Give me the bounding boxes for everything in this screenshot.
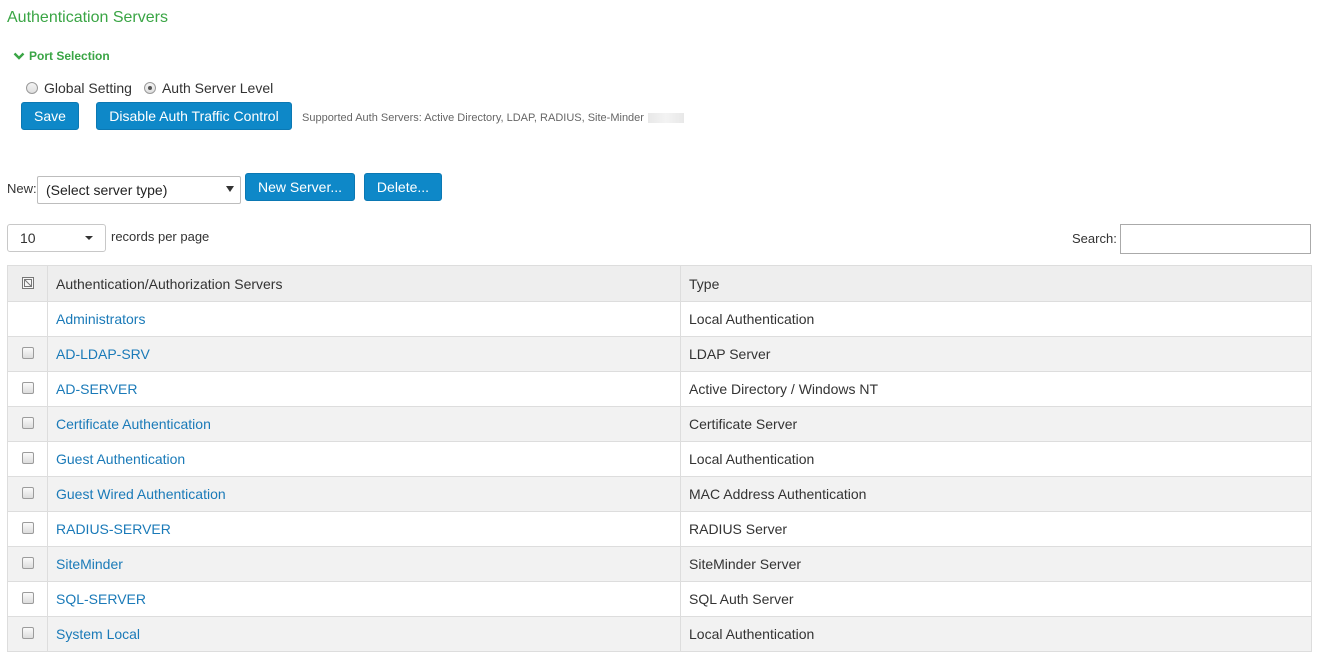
row-checkbox-cell [7,301,48,337]
server-name-cell: RADIUS-SERVER [47,511,681,547]
new-label: New: [7,181,37,196]
server-name-link[interactable]: Guest Wired Authentication [56,486,226,502]
row-checkbox[interactable] [21,592,34,604]
table-row[interactable]: Certificate Authentication Certificate Se… [7,406,1312,442]
page-title: Authentication Servers [7,9,168,26]
table-row[interactable]: SiteMinder SiteMinder Server [7,546,1312,582]
radio-auth-server-level-circle[interactable] [143,82,156,94]
radio-auth-server-level[interactable]: Auth Server Level [143,80,274,96]
table-row[interactable]: Guest Authentication Local Authentication [7,441,1312,477]
server-name-link[interactable]: AD-SERVER [56,381,137,397]
row-checkbox[interactable] [21,382,34,394]
server-name-cell: System Local [47,616,681,652]
row-checkbox-cell [7,511,48,547]
server-type-cell: Active Directory / Windows NT [680,371,1312,407]
chevron-down-icon [13,52,25,60]
row-checkbox-cell [7,336,48,372]
caret-down-icon [85,236,93,240]
row-checkbox-cell [7,581,48,617]
server-name-link[interactable]: Administrators [56,311,145,327]
server-name-link[interactable]: Guest Authentication [56,451,185,467]
server-name-cell: SiteMinder [47,546,681,582]
table-body: Administrators Local Authentication AD-LDA… [7,301,1312,652]
row-checkbox[interactable] [21,347,34,359]
row-checkbox-cell [7,476,48,512]
server-type-cell: RADIUS Server [680,511,1312,547]
server-type-cell: Local Authentication [680,441,1312,477]
new-server-button[interactable]: New Server... [245,173,355,201]
row-checkbox-cell [7,616,48,652]
select-all-checkbox-icon[interactable] [21,276,34,289]
row-checkbox[interactable] [21,452,34,464]
port-selection-label: Port Selection [29,49,110,63]
redacted-block [647,113,684,124]
server-name-link[interactable]: System Local [56,626,140,642]
server-name-cell: SQL-SERVER [47,581,681,617]
server-name-link[interactable]: AD-LDAP-SRV [56,346,150,362]
server-name-cell: AD-LDAP-SRV [47,336,681,372]
radio-global-setting-circle[interactable] [26,82,38,94]
row-checkbox[interactable] [21,417,34,429]
dropdown-arrow-icon [226,186,234,192]
table-row[interactable]: RADIUS-SERVER RADIUS Server [7,511,1312,547]
table-row[interactable]: Administrators Local Authentication [7,301,1312,337]
server-type-select[interactable]: (Select server type) [37,176,241,204]
server-type-cell: LDAP Server [680,336,1312,372]
column-header-type[interactable]: Type [680,265,1312,302]
port-selection-toggle[interactable]: Port Selection [13,49,110,63]
records-per-page-value: 10 [20,230,36,246]
port-selection-radio-group: Global Setting Auth Server Level [26,80,285,96]
table-row[interactable]: AD-LDAP-SRV LDAP Server [7,336,1312,372]
server-type-cell: Local Authentication [680,301,1312,337]
search-label: Search: [1072,231,1117,246]
server-type-cell: Local Authentication [680,616,1312,652]
save-button[interactable]: Save [21,102,79,130]
server-name-cell: Guest Authentication [47,441,681,477]
server-type-cell: SiteMinder Server [680,546,1312,582]
disable-auth-traffic-control-button[interactable]: Disable Auth Traffic Control [96,102,292,130]
table-row[interactable]: Guest Wired Authentication MAC Address Au… [7,476,1312,512]
server-name-cell: Guest Wired Authentication [47,476,681,512]
row-checkbox-cell [7,441,48,477]
server-name-cell: Administrators [47,301,681,337]
radio-global-setting[interactable]: Global Setting [26,80,132,96]
supported-servers-note: Supported Auth Servers: Active Directory… [302,112,684,124]
table-row[interactable]: AD-SERVER Active Directory / Windows NT [7,371,1312,407]
server-name-link[interactable]: RADIUS-SERVER [56,521,171,537]
row-checkbox[interactable] [21,627,34,639]
table-header-row: Authentication/Authorization Servers Typ… [7,265,1312,302]
row-checkbox-cell [7,406,48,442]
row-checkbox[interactable] [21,487,34,499]
server-name-cell: Certificate Authentication [47,406,681,442]
records-per-page-label: records per page [111,229,210,244]
row-checkbox-cell [7,546,48,582]
server-name-link[interactable]: SiteMinder [56,556,123,572]
server-name-cell: AD-SERVER [47,371,681,407]
servers-table: Authentication/Authorization Servers Typ… [7,265,1312,652]
radio-auth-server-level-label: Auth Server Level [161,80,274,96]
table-row[interactable]: System Local Local Authentication [7,616,1312,652]
supported-servers-text: Supported Auth Servers: Active Directory… [302,112,644,124]
select-all-header[interactable] [7,265,48,302]
server-type-cell: Certificate Server [680,406,1312,442]
server-name-link[interactable]: SQL-SERVER [56,591,146,607]
table-row[interactable]: SQL-SERVER SQL Auth Server [7,581,1312,617]
server-type-cell: MAC Address Authentication [680,476,1312,512]
server-type-cell: SQL Auth Server [680,581,1312,617]
row-checkbox[interactable] [21,522,34,534]
row-checkbox-cell [7,371,48,407]
records-per-page-select[interactable]: 10 [7,224,106,252]
delete-button[interactable]: Delete... [364,173,442,201]
radio-global-setting-label: Global Setting [44,80,132,96]
search-input[interactable] [1120,224,1311,254]
server-type-select-value: (Select server type) [46,182,168,198]
server-name-link[interactable]: Certificate Authentication [56,416,211,432]
column-header-servers[interactable]: Authentication/Authorization Servers [47,265,681,302]
row-checkbox[interactable] [21,557,34,569]
